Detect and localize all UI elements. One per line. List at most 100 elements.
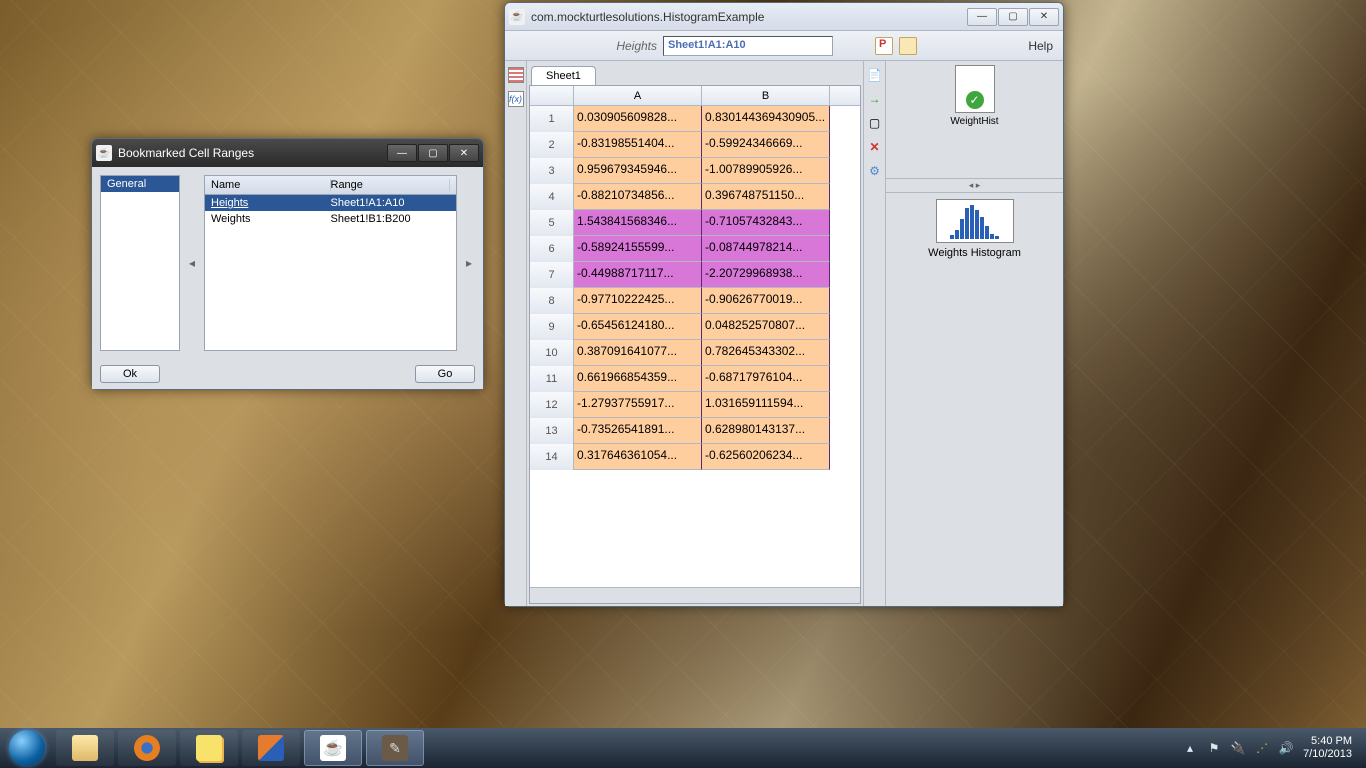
bookmark-row[interactable]: HeightsSheet1!A1:A10 bbox=[205, 195, 456, 211]
cell[interactable]: -0.44988717117... bbox=[574, 262, 702, 288]
row-header[interactable]: 6 bbox=[530, 236, 574, 262]
bookmark-icon[interactable] bbox=[899, 37, 917, 55]
ok-button[interactable]: Ok bbox=[100, 365, 160, 383]
cell[interactable]: -0.59924346669... bbox=[702, 132, 830, 158]
cell[interactable]: -0.97710222425... bbox=[574, 288, 702, 314]
network-icon[interactable]: ⋰ bbox=[1255, 741, 1269, 755]
horizontal-scrollbar[interactable] bbox=[530, 587, 860, 603]
row-header[interactable]: 5 bbox=[530, 210, 574, 236]
cell[interactable]: 1.543841568346... bbox=[574, 210, 702, 236]
row-header[interactable]: 7 bbox=[530, 262, 574, 288]
delete-icon[interactable]: ✕ bbox=[867, 139, 883, 155]
formula-input[interactable]: Sheet1!A1:A10 bbox=[663, 36, 833, 56]
task-java[interactable]: ☕ bbox=[304, 730, 362, 766]
data-row: 100.387091641077...0.782645343302... bbox=[530, 340, 860, 366]
left-toolbar: f(x) bbox=[505, 61, 527, 606]
help-menu[interactable]: Help bbox=[1028, 39, 1053, 53]
cell[interactable]: 0.030905609828... bbox=[574, 106, 702, 132]
cell[interactable]: 0.317646361054... bbox=[574, 444, 702, 470]
nav-right-icon[interactable]: ▸ bbox=[463, 175, 475, 351]
preview-panel: Weights Histogram bbox=[886, 193, 1063, 606]
new-document-icon[interactable]: ▢ bbox=[867, 115, 883, 131]
column-header-a[interactable]: A bbox=[574, 86, 702, 105]
gimp-icon: ✎ bbox=[382, 735, 408, 761]
row-header[interactable]: 14 bbox=[530, 444, 574, 470]
file-weighthist[interactable]: WeightHist bbox=[947, 65, 1003, 127]
column-header-b[interactable]: B bbox=[702, 86, 830, 105]
flag-icon[interactable]: ⚑ bbox=[1207, 741, 1221, 755]
row-header[interactable]: 10 bbox=[530, 340, 574, 366]
pin-icon[interactable]: P bbox=[875, 37, 893, 55]
power-icon[interactable]: 🔌 bbox=[1231, 741, 1245, 755]
close-button[interactable]: ✕ bbox=[1029, 8, 1059, 26]
cell[interactable]: -0.73526541891... bbox=[574, 418, 702, 444]
cell[interactable]: -2.20729968938... bbox=[702, 262, 830, 288]
col-range[interactable]: Range bbox=[331, 179, 451, 191]
maximize-button[interactable]: ▢ bbox=[418, 144, 448, 162]
cell[interactable]: 0.830144369430905... bbox=[702, 106, 830, 132]
row-header[interactable]: 4 bbox=[530, 184, 574, 210]
clock[interactable]: 5:40 PM 7/10/2013 bbox=[1303, 735, 1352, 761]
bookmark-row[interactable]: WeightsSheet1!B1:B200 bbox=[205, 211, 456, 227]
histogram-thumbnail[interactable] bbox=[936, 199, 1014, 243]
row-header[interactable]: 13 bbox=[530, 418, 574, 444]
task-explorer[interactable] bbox=[56, 730, 114, 766]
task-stickynotes[interactable] bbox=[180, 730, 238, 766]
cell[interactable]: 0.661966854359... bbox=[574, 366, 702, 392]
grid-icon[interactable] bbox=[508, 67, 524, 83]
minimize-button[interactable]: — bbox=[387, 144, 417, 162]
bookmarks-title: Bookmarked Cell Ranges bbox=[118, 146, 254, 160]
cell[interactable]: -0.58924155599... bbox=[574, 236, 702, 262]
maximize-button[interactable]: ▢ bbox=[998, 8, 1028, 26]
cell[interactable]: -0.83198551404... bbox=[574, 132, 702, 158]
action-toolbar: 📄 → ▢ ✕ ⚙ bbox=[863, 61, 885, 606]
cell[interactable]: 0.048252570807... bbox=[702, 314, 830, 340]
nav-left-icon[interactable]: ◂ bbox=[186, 175, 198, 351]
col-name[interactable]: Name bbox=[211, 179, 331, 191]
cell[interactable]: 0.959679345946... bbox=[574, 158, 702, 184]
cell[interactable]: -1.00789905926... bbox=[702, 158, 830, 184]
show-hidden-icon[interactable]: ▴ bbox=[1183, 741, 1197, 755]
document-lines-icon[interactable]: 📄 bbox=[867, 67, 883, 83]
globe-icon[interactable]: ⚙ bbox=[867, 163, 883, 179]
histogram-titlebar[interactable]: ☕ com.mockturtlesolutions.HistogramExamp… bbox=[505, 3, 1063, 31]
cell[interactable]: -0.08744978214... bbox=[702, 236, 830, 262]
java-icon: ☕ bbox=[320, 735, 346, 761]
minimize-button[interactable]: — bbox=[967, 8, 997, 26]
start-button[interactable] bbox=[0, 728, 54, 768]
file-name-label: WeightHist bbox=[947, 116, 1003, 127]
row-header[interactable]: 9 bbox=[530, 314, 574, 340]
cell[interactable]: -1.27937755917... bbox=[574, 392, 702, 418]
cell[interactable]: 0.387091641077... bbox=[574, 340, 702, 366]
fx-icon[interactable]: f(x) bbox=[508, 91, 524, 107]
cell[interactable]: 1.031659111594... bbox=[702, 392, 830, 418]
select-all-corner[interactable] bbox=[530, 86, 574, 105]
cell[interactable]: 0.782645343302... bbox=[702, 340, 830, 366]
cell[interactable]: -0.65456124180... bbox=[574, 314, 702, 340]
export-icon[interactable]: → bbox=[867, 91, 883, 107]
row-header[interactable]: 1 bbox=[530, 106, 574, 132]
splitter-arrows[interactable]: ◂ ▸ bbox=[886, 179, 1063, 193]
row-header[interactable]: 8 bbox=[530, 288, 574, 314]
tab-sheet1[interactable]: Sheet1 bbox=[531, 66, 596, 85]
row-header[interactable]: 11 bbox=[530, 366, 574, 392]
task-matlab[interactable] bbox=[242, 730, 300, 766]
bookmarks-titlebar[interactable]: ☕ Bookmarked Cell Ranges — ▢ ✕ bbox=[92, 139, 483, 167]
close-button[interactable]: ✕ bbox=[449, 144, 479, 162]
category-general[interactable]: General bbox=[101, 176, 179, 192]
task-gimp[interactable]: ✎ bbox=[366, 730, 424, 766]
row-header[interactable]: 12 bbox=[530, 392, 574, 418]
task-firefox[interactable] bbox=[118, 730, 176, 766]
cell[interactable]: 0.396748751150... bbox=[702, 184, 830, 210]
volume-icon[interactable]: 🔊 bbox=[1279, 741, 1293, 755]
cell[interactable]: 0.628980143137... bbox=[702, 418, 830, 444]
go-button[interactable]: Go bbox=[415, 365, 475, 383]
cell[interactable]: -0.68717976104... bbox=[702, 366, 830, 392]
cell[interactable]: -0.71057432843... bbox=[702, 210, 830, 236]
cell[interactable]: -0.62560206234... bbox=[702, 444, 830, 470]
cell[interactable]: -0.88210734856... bbox=[574, 184, 702, 210]
cell[interactable]: -0.90626770019... bbox=[702, 288, 830, 314]
row-header[interactable]: 3 bbox=[530, 158, 574, 184]
row-header[interactable]: 2 bbox=[530, 132, 574, 158]
bookmarks-window: ☕ Bookmarked Cell Ranges — ▢ ✕ General ◂… bbox=[91, 138, 484, 390]
